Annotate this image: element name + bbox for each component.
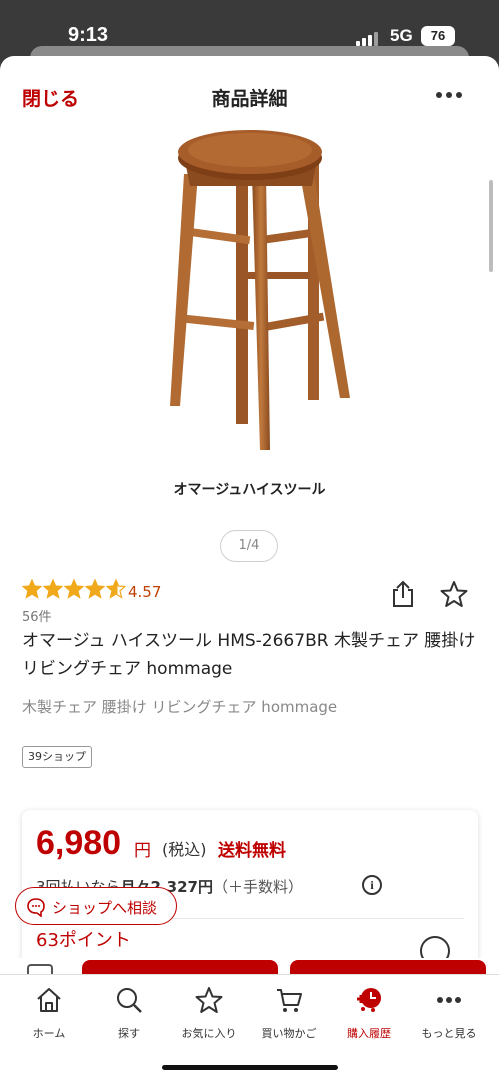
bottom-tab-bar: ホーム 探す お気に入り 買い物かご 購入履歴 もっと見る xyxy=(0,974,499,1080)
image-caption: オマージュハイスツール xyxy=(173,482,326,498)
purchase-history-icon xyxy=(357,988,381,1012)
tab-search[interactable]: 探す xyxy=(87,985,171,1047)
search-icon xyxy=(117,988,142,1013)
product-title: オマージュ ハイスツール HMS-2667BR 木製チェア 腰掛け リビングチェ… xyxy=(22,631,476,679)
product-tags: 木製チェア 腰掛け リビングチェア hommage xyxy=(22,698,338,716)
network-type: 5G xyxy=(390,26,413,45)
home-indicator[interactable] xyxy=(162,1065,338,1070)
points-label: 63ポイント xyxy=(36,930,131,951)
rating-value: 4.57 xyxy=(128,583,162,601)
tax-label: (税込) xyxy=(162,840,207,859)
info-icon[interactable]: i xyxy=(362,875,382,895)
tab-label: 探す xyxy=(118,1027,140,1040)
cart-icon xyxy=(277,989,302,1012)
product-image[interactable] xyxy=(140,122,360,462)
chat-bubble-icon xyxy=(27,898,45,917)
tab-more[interactable]: もっと見る xyxy=(407,985,491,1047)
signal-icon xyxy=(356,30,380,46)
product-detail-sheet: 閉じる 商品詳細 オマージュハイスツール 1/4 4.57 56件 オマージュ … xyxy=(0,56,499,1080)
rating-star-icon xyxy=(106,579,126,599)
rating-star-icon xyxy=(85,579,105,599)
ellipsis-icon xyxy=(437,997,461,1003)
tab-home[interactable]: ホーム xyxy=(7,985,91,1047)
page-title: 商品詳細 xyxy=(211,88,288,110)
share-icon[interactable] xyxy=(391,580,415,608)
rating-star-icon xyxy=(43,579,63,599)
tab-purchase-history[interactable]: 購入履歴 xyxy=(327,985,411,1047)
star-icon xyxy=(195,987,223,1013)
tab-label: もっと見る xyxy=(421,1027,477,1040)
price: 6,980 xyxy=(36,824,122,862)
tab-label: 購入履歴 xyxy=(347,1027,391,1040)
ellipsis-icon[interactable] xyxy=(434,92,464,100)
tab-cart[interactable]: 買い物かご xyxy=(247,985,331,1047)
rating-star-icon xyxy=(22,579,42,599)
free-shipping-label: 送料無料 xyxy=(218,841,286,861)
home-icon xyxy=(37,988,61,1012)
price-unit: 円 xyxy=(134,841,151,861)
image-pager: 1/4 xyxy=(220,530,278,562)
shop-badge: 39ショップ xyxy=(22,746,92,768)
battery-icon: 76 xyxy=(421,26,455,46)
installment-fee: （＋手数料） xyxy=(213,878,304,896)
shop-consult-label: ショップへ相談 xyxy=(52,899,158,917)
shop-consult-button[interactable]: ショップへ相談 xyxy=(15,887,177,925)
status-time: 9:13 xyxy=(68,24,109,46)
tab-label: お気に入り xyxy=(181,1027,237,1040)
favorite-star-icon[interactable] xyxy=(440,580,468,608)
review-count[interactable]: 56件 xyxy=(22,606,52,625)
scrollbar[interactable] xyxy=(489,180,493,272)
tab-favorites[interactable]: お気に入り xyxy=(167,985,251,1047)
tab-label: 買い物かご xyxy=(261,1027,317,1040)
rating-star-icon xyxy=(64,579,84,599)
tab-label: ホーム xyxy=(32,1027,66,1040)
